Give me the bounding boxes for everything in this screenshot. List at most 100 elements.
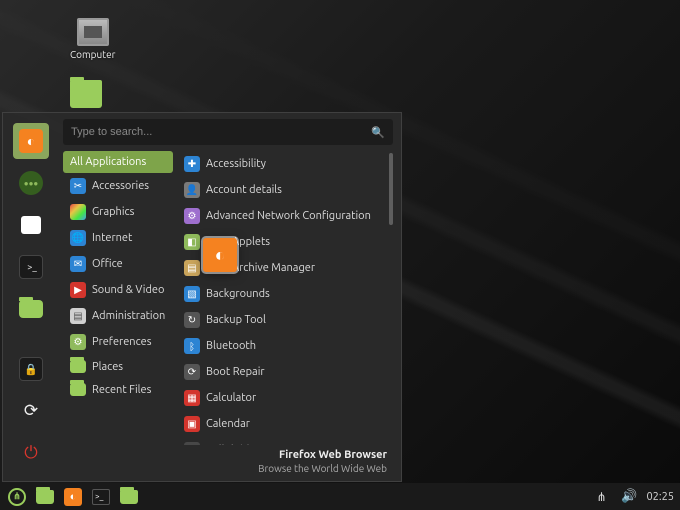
celluloid-icon: ▶	[184, 442, 200, 445]
accessories-icon: ✂	[70, 178, 86, 194]
computer-icon	[77, 18, 109, 46]
desktop-icon-label: Computer	[70, 49, 115, 60]
archive-icon: ▤	[184, 260, 200, 276]
category-label: Accessories	[92, 180, 149, 192]
firefox-icon: ◐	[19, 129, 43, 153]
tray-network[interactable]: ⋔	[590, 487, 612, 507]
menu-main-area: 🔍 All Applications ✂ Accessories Graphic…	[59, 113, 401, 481]
apps-scrollbar[interactable]	[389, 153, 393, 225]
favorite-files[interactable]	[13, 291, 49, 327]
panel-clock[interactable]: 02:25	[646, 491, 674, 503]
category-all-applications[interactable]: All Applications	[63, 151, 173, 173]
category-places[interactable]: Places	[63, 355, 173, 378]
app-label: Advanced Network Configuration	[206, 210, 371, 222]
backgrounds-icon: ▧	[184, 286, 200, 302]
graphics-icon	[70, 204, 86, 220]
terminal-icon: >_	[19, 255, 43, 279]
category-accessories[interactable]: ✂ Accessories	[63, 173, 173, 199]
app-backgrounds[interactable]: ▧ Backgrounds	[177, 281, 387, 307]
category-label: Places	[92, 361, 123, 373]
mint-logo-icon: ⋔	[8, 488, 26, 506]
folder-icon	[70, 80, 102, 108]
app-label: Boot Repair	[206, 366, 265, 378]
search-input[interactable]	[71, 126, 371, 138]
category-office[interactable]: ✉ Office	[63, 251, 173, 277]
folder-icon	[19, 300, 43, 318]
favorite-software-manager[interactable]: ●●●	[13, 165, 49, 201]
firefox-icon: ◐	[64, 488, 82, 506]
menu-categories-column: All Applications ✂ Accessories Graphics …	[63, 151, 173, 445]
category-recent-files[interactable]: Recent Files	[63, 378, 173, 401]
network-config-icon: ⚙	[184, 208, 200, 224]
folder-icon	[70, 383, 86, 396]
app-label: Backup Tool	[206, 314, 266, 326]
category-label: Sound & Video	[92, 284, 164, 296]
lock-icon: 🔒	[19, 357, 43, 381]
drag-preview-firefox[interactable]: ◐	[203, 238, 237, 272]
menu-search[interactable]: 🔍	[63, 119, 393, 145]
app-backup-tool[interactable]: ↻ Backup Tool	[177, 307, 387, 333]
desktop-icon-computer[interactable]: Computer	[70, 18, 115, 60]
app-celluloid[interactable]: ▶ Celluloid	[177, 437, 387, 445]
app-advanced-network[interactable]: ⚙ Advanced Network Configuration	[177, 203, 387, 229]
backup-icon: ↻	[184, 312, 200, 328]
account-icon: 👤	[184, 182, 200, 198]
app-calculator[interactable]: ▦ Calculator	[177, 385, 387, 411]
folder-icon	[36, 490, 54, 504]
sound-icon: 🔊	[621, 489, 637, 504]
boot-repair-icon: ⟳	[184, 364, 200, 380]
favorite-lock[interactable]: 🔒	[13, 351, 49, 387]
category-label: Office	[92, 258, 123, 270]
favorite-power[interactable]: ⏻	[13, 435, 49, 471]
administration-icon: ▤	[70, 308, 86, 324]
category-sound-video[interactable]: ▶ Sound & Video	[63, 277, 173, 303]
app-accessibility[interactable]: ✚ Accessibility	[177, 151, 387, 177]
app-account-details[interactable]: 👤 Account details	[177, 177, 387, 203]
favorite-terminal[interactable]: >_	[13, 249, 49, 285]
panel-terminal[interactable]: >_	[90, 487, 112, 507]
app-label: Account details	[206, 184, 282, 196]
folder-icon	[70, 360, 86, 373]
accessibility-icon: ✚	[184, 156, 200, 172]
settings-icon	[21, 216, 41, 234]
app-bluetooth[interactable]: ᛒ Bluetooth	[177, 333, 387, 359]
sound-video-icon: ▶	[70, 282, 86, 298]
menu-favorites-column: ◐ ●●● >_ 🔒 ⟳	[3, 113, 59, 481]
desktop-icon-home[interactable]	[70, 80, 102, 111]
category-administration[interactable]: ▤ Administration	[63, 303, 173, 329]
applets-icon: ◧	[184, 234, 200, 250]
menu-button[interactable]: ⋔	[6, 487, 28, 507]
taskbar: ⋔ ◐ >_ ⋔ 🔊 02:25	[0, 483, 680, 510]
favorite-logout[interactable]: ⟳	[13, 393, 49, 429]
panel-firefox[interactable]: ◐	[62, 487, 84, 507]
firefox-icon: ◐	[215, 245, 226, 266]
favorite-firefox[interactable]: ◐	[13, 123, 49, 159]
preferences-icon: ⚙	[70, 334, 86, 350]
app-label: Backgrounds	[206, 288, 270, 300]
tray-sound[interactable]: 🔊	[618, 487, 640, 507]
calculator-icon: ▦	[184, 390, 200, 406]
search-icon: 🔍	[371, 126, 385, 139]
category-internet[interactable]: 🌐 Internet	[63, 225, 173, 251]
logout-icon: ⟳	[24, 401, 38, 421]
favorite-settings[interactable]	[13, 207, 49, 243]
panel-files[interactable]	[118, 487, 140, 507]
start-menu: ◐ ●●● >_ 🔒 ⟳	[2, 112, 402, 482]
app-label: Calculator	[206, 392, 256, 404]
category-label: Recent Files	[92, 384, 151, 396]
app-label: Accessibility	[206, 158, 266, 170]
category-preferences[interactable]: ⚙ Preferences	[63, 329, 173, 355]
category-graphics[interactable]: Graphics	[63, 199, 173, 225]
menu-apps-column: ✚ Accessibility 👤 Account details ⚙ Adva…	[177, 151, 393, 445]
app-label: Bluetooth	[206, 340, 256, 352]
show-desktop-button[interactable]	[34, 487, 56, 507]
bluetooth-icon: ᛒ	[184, 338, 200, 354]
app-label: Calendar	[206, 418, 250, 430]
app-boot-repair[interactable]: ⟳ Boot Repair	[177, 359, 387, 385]
app-calendar[interactable]: ▣ Calendar	[177, 411, 387, 437]
calendar-icon: ▣	[184, 416, 200, 432]
network-icon: ⋔	[596, 490, 606, 504]
menu-footer: Firefox Web Browser Browse the World Wid…	[63, 445, 393, 477]
menu-footer-title: Firefox Web Browser	[69, 449, 387, 463]
menu-footer-subtitle: Browse the World Wide Web	[69, 463, 387, 476]
